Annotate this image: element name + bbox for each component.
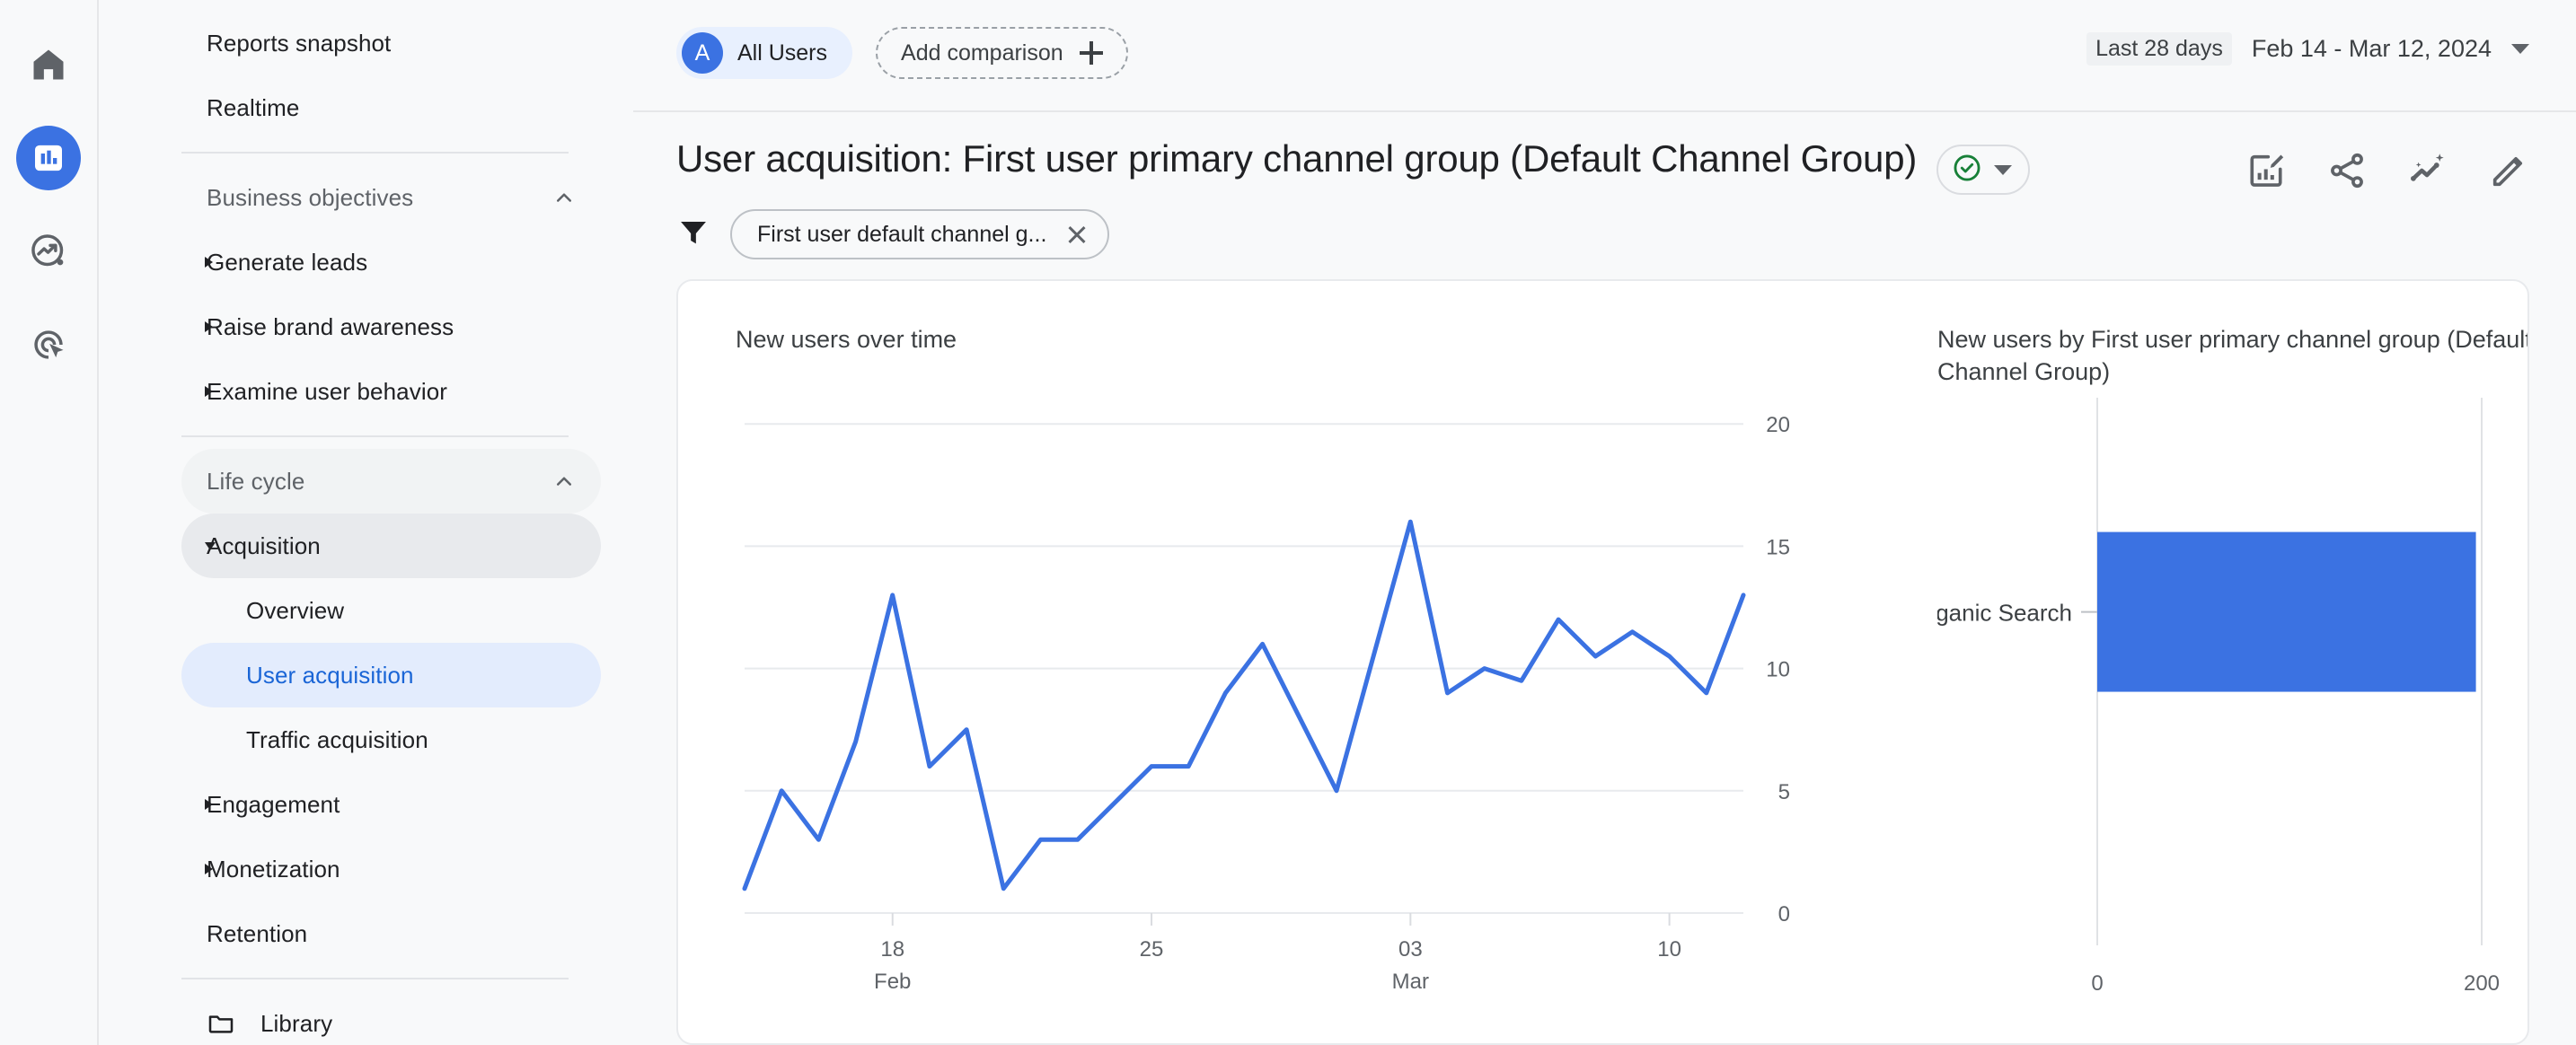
report-topbar: A All Users Add comparison Last 28 days … [633, 0, 2576, 112]
chevron-right-icon [205, 257, 213, 268]
sidebar-item-label: Library [260, 1009, 333, 1037]
chart-title: New users by First user primary channel … [1937, 326, 2529, 385]
svg-text:5: 5 [1778, 780, 1790, 804]
sidebar-item-user-acquisition[interactable]: User acquisition [181, 643, 601, 707]
chart-panel-new-users-over-time: New users over time 0 5 10 15 20 18 Feb 25 03 Mar… [678, 281, 1882, 1043]
sidebar-nav: Reports snapshot Realtime Business objec… [99, 0, 633, 1045]
sidebar-item-realtime[interactable]: Realtime [181, 75, 601, 140]
sidebar-item-label: Engagement [207, 790, 340, 818]
sidebar-item-label: Acquisition [207, 531, 321, 559]
sidebar-item-generate-leads[interactable]: Generate leads [181, 230, 601, 294]
insights-icon[interactable] [2407, 150, 2448, 191]
svg-text:Organic Search: Organic Search [1937, 599, 2072, 626]
add-comparison-label: Add comparison [901, 40, 1063, 66]
title-bar: User acquisition: First user primary cha… [633, 112, 2576, 195]
plus-icon [1079, 41, 1103, 65]
chevron-down-icon [1994, 164, 2013, 175]
sidebar-item-label: Examine user behavior [207, 377, 448, 405]
sidebar-item-label: Monetization [207, 855, 340, 883]
svg-text:200: 200 [2464, 971, 2500, 996]
chevron-down-icon [2511, 44, 2529, 54]
sidebar-item-monetization[interactable]: Monetization [181, 837, 601, 901]
svg-text:0: 0 [2091, 971, 2103, 996]
avatar: A [682, 32, 723, 74]
report-card: New users over time 0 5 10 15 20 18 Feb 25 03 Mar… [676, 279, 2529, 1045]
report-status-dropdown[interactable] [1936, 145, 2031, 195]
sidebar-item-label: Realtime [207, 93, 300, 121]
filter-chip[interactable]: First user default channel g... [730, 209, 1110, 259]
explore-icon[interactable] [16, 219, 81, 284]
chevron-right-icon [205, 386, 213, 397]
svg-text:10: 10 [1766, 658, 1790, 682]
sidebar-item-label: Retention [207, 919, 308, 947]
icon-rail [0, 0, 99, 1045]
audience-chip-label: All Users [737, 40, 828, 66]
sidebar-item-reports-snapshot[interactable]: Reports snapshot [181, 11, 601, 75]
check-circle-icon [1951, 152, 1983, 189]
sidebar-item-library[interactable]: Library [181, 991, 601, 1045]
sidebar-item-label: Generate leads [207, 248, 368, 276]
svg-text:20: 20 [1766, 413, 1790, 437]
date-range-preset: Last 28 days [2086, 32, 2232, 66]
sidebar-item-examine-user-behavior[interactable]: Examine user behavior [181, 359, 601, 424]
sidebar-item-traffic-acquisition[interactable]: Traffic acquisition [181, 707, 601, 772]
svg-text:18: 18 [880, 937, 904, 962]
chart-title: New users over time [736, 326, 957, 353]
chevron-right-icon [205, 321, 213, 332]
chevron-up-icon [551, 184, 578, 211]
sidebar-section-business-objectives[interactable]: Business objectives [181, 165, 601, 230]
share-icon[interactable] [2326, 150, 2368, 191]
filter-bar: First user default channel g... [633, 195, 2576, 259]
page-title: User acquisition: First user primary cha… [676, 137, 1918, 180]
sidebar-section-life-cycle[interactable]: Life cycle [181, 449, 601, 514]
sidebar-item-engagement[interactable]: Engagement [181, 772, 601, 837]
sidebar-item-label: Overview [246, 596, 345, 624]
date-range-value: Feb 14 - Mar 12, 2024 [2251, 35, 2492, 62]
svg-text:Mar: Mar [1392, 970, 1429, 994]
filter-chip-label: First user default channel g... [757, 221, 1047, 247]
svg-text:15: 15 [1766, 535, 1790, 559]
sidebar-divider [181, 152, 569, 154]
filter-funnel-icon [676, 215, 710, 254]
sidebar-divider [181, 435, 569, 437]
audience-chip-all-users[interactable]: A All Users [676, 27, 853, 79]
home-icon[interactable] [16, 32, 81, 97]
reports-icon[interactable] [16, 126, 81, 190]
sidebar-item-acquisition[interactable]: Acquisition [181, 514, 601, 578]
chevron-right-icon [205, 864, 213, 874]
svg-text:10: 10 [1657, 937, 1681, 962]
sidebar-item-label: Raise brand awareness [207, 312, 454, 340]
main-content: A All Users Add comparison Last 28 days … [633, 0, 2576, 1045]
sidebar-item-raise-brand-awareness[interactable]: Raise brand awareness [181, 294, 601, 359]
svg-text:Feb: Feb [874, 970, 911, 994]
customize-report-icon[interactable] [2245, 150, 2287, 191]
sidebar-divider [181, 978, 569, 979]
bar-chart[interactable]: Organic Search 0 200 [1937, 389, 2529, 1045]
add-comparison-button[interactable]: Add comparison [876, 27, 1128, 79]
chevron-right-icon [205, 799, 213, 810]
close-icon[interactable] [1066, 224, 1088, 245]
chevron-down-icon [205, 541, 216, 550]
sidebar-section-label: Life cycle [207, 467, 305, 495]
svg-text:03: 03 [1398, 937, 1423, 962]
svg-text:25: 25 [1140, 937, 1164, 962]
sidebar-item-overview[interactable]: Overview [181, 578, 601, 643]
chevron-up-icon [551, 468, 578, 495]
sidebar-item-retention[interactable]: Retention [181, 901, 601, 966]
title-action-bar [2245, 137, 2529, 191]
svg-text:0: 0 [1778, 902, 1790, 926]
sidebar-item-label: Traffic acquisition [246, 725, 428, 753]
folder-icon [207, 1009, 235, 1038]
sidebar-item-label: User acquisition [246, 661, 414, 689]
chart-panel-new-users-by-channel: New users by First user primary channel … [1882, 281, 2529, 1045]
edit-icon[interactable] [2488, 150, 2529, 191]
line-chart[interactable]: 0 5 10 15 20 18 Feb 25 03 Mar 10 [736, 356, 1849, 1039]
sidebar-item-label: Reports snapshot [207, 29, 392, 57]
advertising-icon[interactable] [16, 312, 81, 377]
app-root: Reports snapshot Realtime Business objec… [0, 0, 2576, 1045]
date-range-selector[interactable]: Last 28 days Feb 14 - Mar 12, 2024 [2086, 27, 2529, 66]
sidebar-section-label: Business objectives [207, 183, 414, 211]
